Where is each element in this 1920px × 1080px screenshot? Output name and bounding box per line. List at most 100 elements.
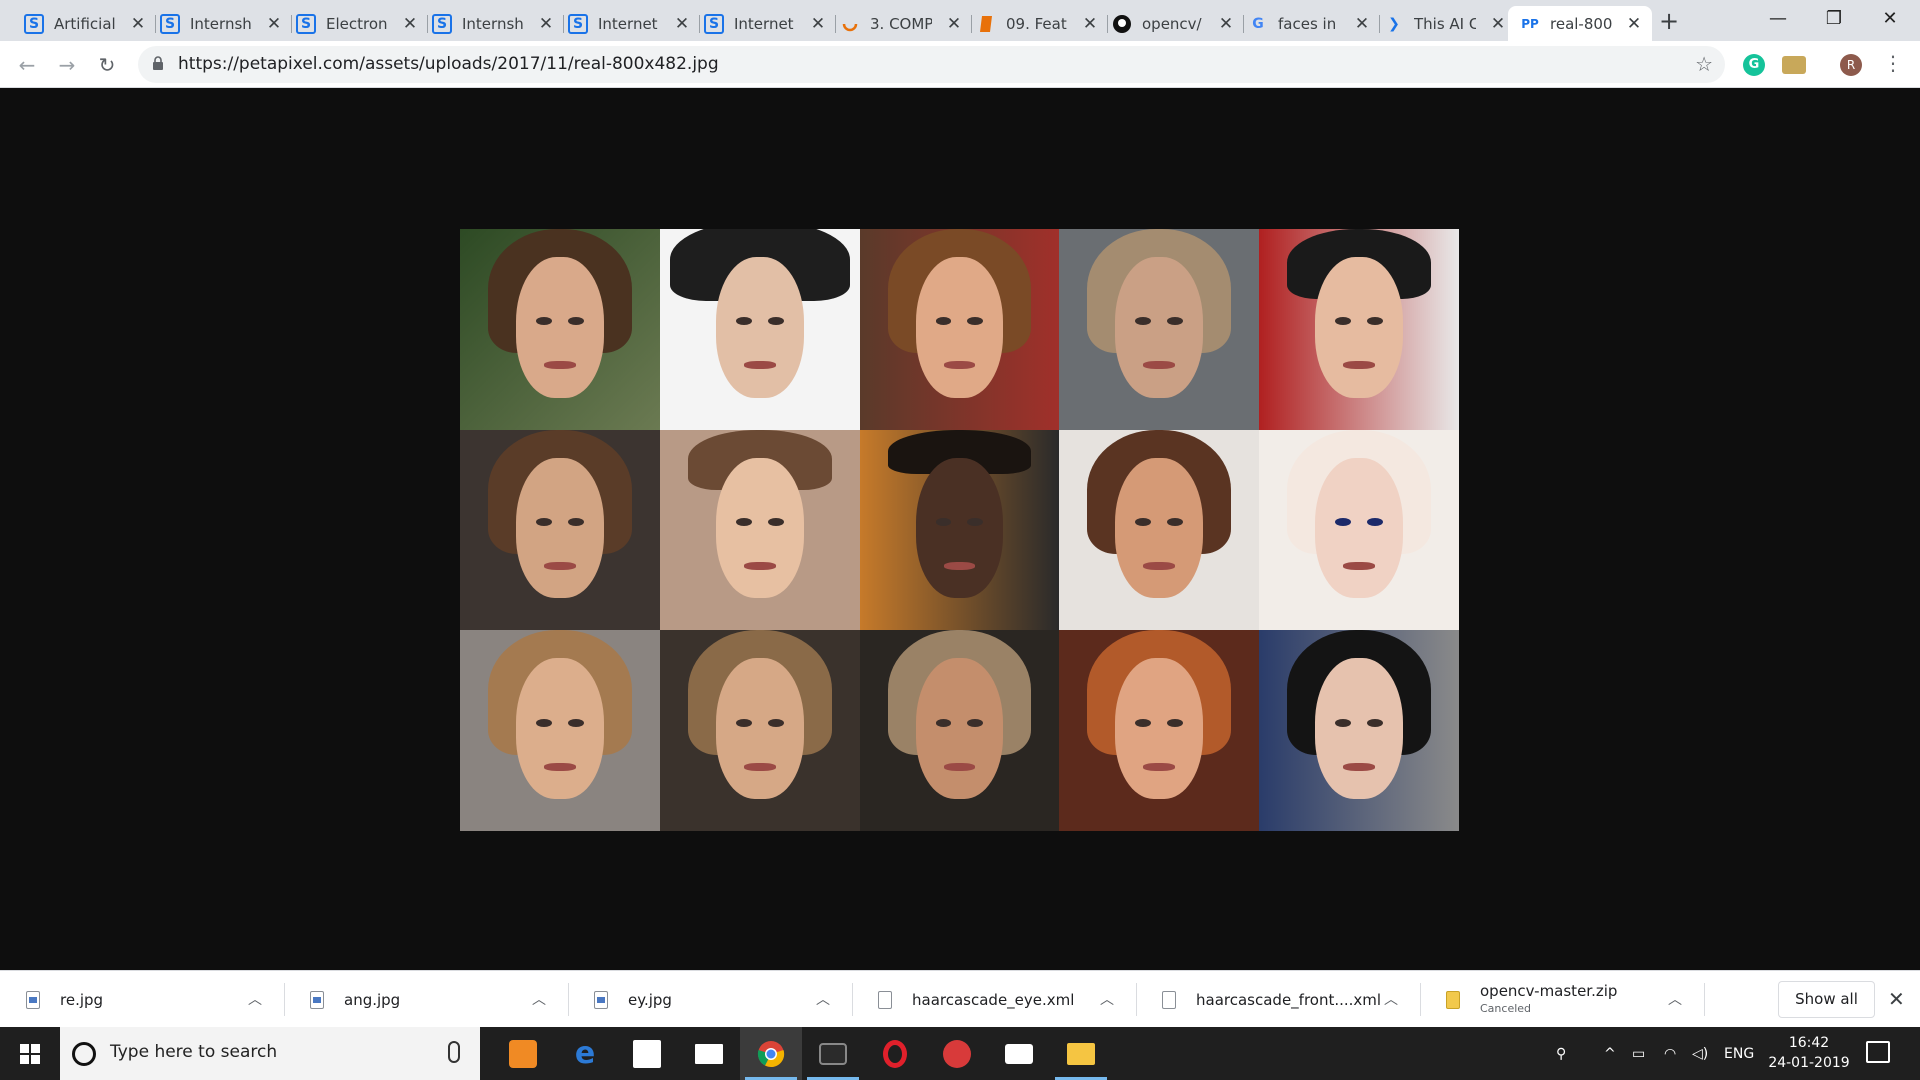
forward-icon[interactable]: → — [52, 50, 82, 80]
tab-10[interactable]: G faces in ✕ — [1236, 6, 1380, 41]
people-icon[interactable]: ⚲ — [1556, 1027, 1566, 1080]
taskbar-app-opera[interactable] — [864, 1027, 926, 1080]
close-icon[interactable]: ✕ — [1888, 987, 1905, 1011]
image-file-icon — [594, 990, 608, 1009]
language-indicator[interactable]: ENG — [1724, 1027, 1754, 1080]
tab-title: opencv/ — [1142, 14, 1202, 33]
face-photo — [460, 229, 660, 430]
chevron-up-icon[interactable]: ︿ — [1384, 989, 1398, 1009]
face-photo — [1059, 429, 1260, 631]
close-icon[interactable]: ✕ — [130, 14, 146, 34]
show-all-button[interactable]: Show all — [1778, 981, 1875, 1018]
profile-avatar[interactable]: R — [1840, 54, 1862, 76]
url-text[interactable]: https://petapixel.com/assets/uploads/201… — [178, 54, 719, 74]
vivaldi-icon — [943, 1039, 971, 1068]
face-grid-image[interactable] — [460, 229, 1459, 831]
window-close-icon[interactable]: ✕ — [1856, 0, 1920, 38]
tab-4[interactable]: S Internship ✕ — [420, 6, 564, 41]
chevron-up-icon[interactable]: ︿ — [248, 989, 262, 1009]
chevron-up-icon[interactable]: ︿ — [816, 989, 830, 1009]
xml-file-icon — [878, 990, 892, 1009]
close-icon[interactable]: ✕ — [810, 14, 826, 34]
taskbar-app-store[interactable] — [616, 1027, 678, 1080]
close-icon[interactable]: ✕ — [946, 14, 962, 34]
microphone-icon[interactable] — [448, 1041, 460, 1063]
chevron-up-icon[interactable]: ^ — [1604, 1027, 1616, 1080]
close-icon[interactable]: ✕ — [1218, 14, 1234, 34]
lock-icon — [153, 56, 163, 70]
start-button[interactable] — [0, 1027, 60, 1080]
download-item[interactable]: ang.jpg ︿ — [284, 971, 568, 1028]
download-item[interactable]: re.jpg ︿ — [0, 971, 284, 1028]
address-bar[interactable]: https://petapixel.com/assets/uploads/201… — [138, 46, 1725, 83]
app-icon — [509, 1039, 537, 1068]
back-icon[interactable]: ← — [12, 50, 42, 80]
tab-12-active[interactable]: PP real-800 ✕ — [1508, 6, 1652, 41]
taskbar-app-camera[interactable] — [988, 1027, 1050, 1080]
close-icon[interactable]: ✕ — [266, 14, 282, 34]
tab-2[interactable]: S Internship ✕ — [148, 6, 292, 41]
xml-file-icon — [1162, 990, 1176, 1009]
close-icon[interactable]: ✕ — [674, 14, 690, 34]
battery-icon[interactable]: ▭ — [1632, 1027, 1645, 1080]
tab-8[interactable]: 09. Feat ✕ — [964, 6, 1108, 41]
reload-icon[interactable]: ↻ — [92, 50, 122, 80]
slideshare-icon: S — [24, 13, 44, 34]
taskbar-app-vivaldi[interactable] — [926, 1027, 988, 1080]
clock[interactable]: 16:42 24-01-2019 — [1766, 1033, 1852, 1073]
close-icon[interactable]: ✕ — [538, 14, 554, 34]
tab-title: Internet — [734, 14, 794, 33]
close-icon[interactable]: ✕ — [1626, 14, 1642, 34]
chevron-up-icon[interactable]: ︿ — [1100, 989, 1114, 1009]
clock-date: 24-01-2019 — [1768, 1055, 1850, 1071]
download-text: opencv-master.zip Canceled — [1480, 982, 1617, 1017]
face-photo — [1059, 229, 1260, 430]
chevron-up-icon[interactable]: ︿ — [1668, 989, 1682, 1009]
face-photo — [460, 630, 660, 831]
close-icon[interactable]: ✕ — [402, 14, 418, 34]
zip-file-icon — [1446, 990, 1460, 1009]
close-icon[interactable]: ✕ — [1354, 14, 1370, 34]
taskbar-search-box[interactable]: Type here to search — [60, 1027, 480, 1080]
chevron-icon: ❯ — [1388, 15, 1400, 32]
tab-3[interactable]: S Electronic ✕ — [284, 6, 428, 41]
menu-kebab-icon[interactable]: ⋮ — [1883, 51, 1903, 75]
tab-7[interactable]: 3. COMP ✕ — [828, 6, 972, 41]
tab-5[interactable]: S Internet ✕ — [556, 6, 700, 41]
taskbar-app-photoshop-like[interactable] — [492, 1027, 554, 1080]
taskbar-app-chrome[interactable] — [740, 1027, 802, 1080]
chevron-up-icon[interactable]: ︿ — [532, 989, 546, 1009]
face-photo — [1259, 429, 1459, 631]
download-item[interactable]: haarcascade_eye.xml ︿ — [852, 971, 1136, 1028]
close-icon[interactable]: ✕ — [1082, 14, 1098, 34]
download-shelf: re.jpg ︿ ang.jpg ︿ ey.jpg ︿ haarcascade_… — [0, 970, 1920, 1027]
tab-11[interactable]: ❯ This AI C ✕ — [1372, 6, 1516, 41]
tab-9[interactable]: opencv/ ✕ — [1100, 6, 1244, 41]
taskbar-app-file-explorer[interactable] — [1050, 1027, 1112, 1080]
new-tab-button[interactable]: + — [1655, 8, 1683, 36]
tab-title: 09. Feat — [1006, 14, 1067, 33]
image-extension-icon[interactable] — [1782, 56, 1806, 74]
close-icon[interactable]: ✕ — [1490, 14, 1506, 34]
tab-title: Internship — [190, 14, 252, 33]
volume-icon[interactable]: ◁) — [1692, 1027, 1708, 1080]
search-placeholder: Type here to search — [110, 1042, 278, 1062]
download-item[interactable]: ey.jpg ︿ — [568, 971, 852, 1028]
tab-6[interactable]: S Internet ✕ — [692, 6, 836, 41]
taskbar-app-mail[interactable] — [678, 1027, 740, 1080]
taskbar-app-edge[interactable]: e — [554, 1027, 616, 1080]
windows-logo-icon — [20, 1043, 40, 1064]
wifi-icon[interactable]: ◠ — [1664, 1027, 1676, 1080]
download-filename: haarcascade_eye.xml — [912, 990, 1075, 1009]
edge-icon: e — [574, 1035, 596, 1071]
notification-center-icon[interactable] — [1866, 1041, 1890, 1063]
download-filename: re.jpg — [60, 990, 104, 1009]
tab-1[interactable]: S Artificial ✕ — [12, 6, 156, 41]
download-item[interactable]: opencv-master.zip Canceled ︿ — [1420, 971, 1704, 1028]
download-item[interactable]: haarcascade_front....xml ︿ — [1136, 971, 1420, 1028]
bookmark-star-icon[interactable]: ☆ — [1695, 52, 1713, 76]
face-photo — [1059, 630, 1260, 831]
taskbar-app-terminal[interactable] — [802, 1027, 864, 1080]
grammarly-extension-icon[interactable]: G — [1743, 54, 1765, 76]
document-icon — [976, 14, 996, 34]
